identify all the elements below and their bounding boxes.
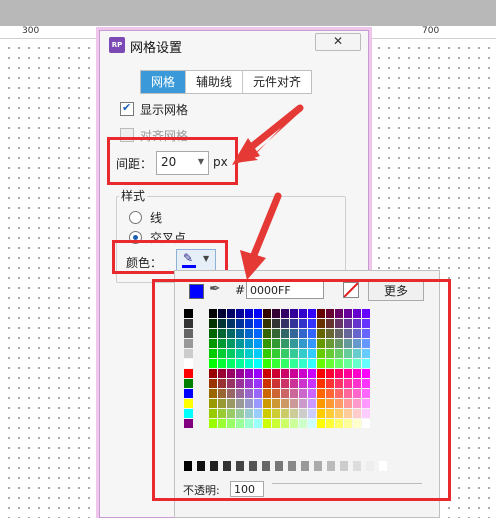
tab-grid[interactable]: 网格 <box>141 71 187 93</box>
highlight-box-spacing <box>107 137 238 185</box>
top-toolbar-strip <box>0 0 496 26</box>
dialog-title: 网格设置 <box>130 41 183 56</box>
show-grid-checkbox[interactable] <box>120 101 134 116</box>
show-grid-label: 显示网格 <box>140 103 189 117</box>
app-logo-icon: RP <box>109 37 125 53</box>
tab-bar: 网格 辅助线 元件对齐 <box>140 70 313 94</box>
style-line-radio[interactable] <box>129 211 142 224</box>
tab-guides[interactable]: 辅助线 <box>186 71 244 93</box>
ruler-label: 700 <box>422 26 440 36</box>
highlight-box-color <box>112 240 228 274</box>
style-line-label: 线 <box>150 211 163 225</box>
style-group-title: 样式 <box>119 187 148 204</box>
dialog-titlebar[interactable]: RP 网格设置 ✕ <box>100 31 368 59</box>
highlight-box-picker <box>152 279 451 501</box>
close-button[interactable]: ✕ <box>315 33 361 51</box>
tab-snap-objects[interactable]: 元件对齐 <box>243 71 311 93</box>
ruler-label: 300 <box>22 26 40 36</box>
